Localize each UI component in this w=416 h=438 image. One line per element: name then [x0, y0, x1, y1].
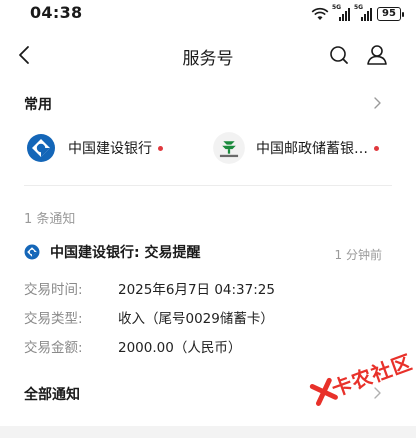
notification-title: 中国建设银行: 交易提醒 — [50, 245, 201, 261]
all-notices-title: 全部通知 — [24, 387, 80, 403]
detail-label: 交易类型: — [24, 311, 83, 327]
detail-value: 收入（尾号0029储蓄卡） — [118, 311, 274, 327]
unread-dot — [374, 145, 379, 151]
service-item-ccb[interactable]: 中国建设银行 — [26, 128, 196, 168]
detail-row-type: 交易类型: 收入（尾号0029储蓄卡） — [24, 307, 274, 329]
user-button[interactable] — [364, 42, 390, 68]
service-item-name: 中国邮政储蓄银… — [256, 141, 368, 157]
notification-header: 中国建设银行: 交易提醒 — [24, 242, 200, 262]
ccb-logo-icon — [27, 134, 55, 162]
notification-time: 1 分钟前 — [334, 248, 382, 262]
search-button[interactable] — [326, 42, 352, 68]
detail-label: 交易时间: — [24, 282, 83, 298]
status-icons: 5G 5G 95 — [311, 4, 404, 23]
cell-signal-icon-2: 5G — [354, 4, 373, 21]
divider — [24, 185, 392, 186]
status-bar: 04:38 5G 5G 95 — [0, 0, 416, 28]
chevron-right-icon — [374, 97, 381, 109]
battery-level: 95 — [377, 7, 401, 21]
common-section-title: 常用 — [24, 97, 52, 113]
service-item-name: 中国建设银行 — [68, 141, 152, 157]
signal-label-2: 5G — [354, 4, 364, 11]
notification-count: 1 条通知 — [24, 212, 76, 227]
common-section-header[interactable]: 常用 — [0, 88, 416, 118]
cell-signal-icon: 5G — [332, 4, 351, 21]
search-icon — [330, 46, 348, 64]
status-time: 04:38 — [30, 3, 83, 22]
detail-value: 2000.00（人民币） — [118, 340, 242, 356]
detail-label: 交易金额: — [24, 340, 83, 356]
battery-icon: 95 — [377, 7, 404, 21]
nav-bar: 服务号 — [0, 34, 416, 76]
signal-label: 5G — [332, 4, 342, 11]
unread-dot — [158, 145, 163, 151]
ccb-logo-icon — [24, 244, 40, 260]
wifi-icon — [311, 7, 329, 20]
detail-row-amount: 交易金额: 2000.00（人民币） — [24, 336, 241, 358]
detail-row-time: 交易时间: 2025年6月7日 04:37:25 — [24, 278, 275, 300]
service-accounts-page: 04:38 5G 5G 95 服务号 常用 中国建设银行 中国邮政储蓄银… 1 … — [0, 0, 416, 426]
page-title: 服务号 — [182, 49, 234, 69]
detail-value: 2025年6月7日 04:37:25 — [118, 282, 275, 298]
service-item-psbc[interactable]: 中国邮政储蓄银… — [212, 128, 392, 168]
notification-card[interactable]: 中国建设银行: 交易提醒 1 分钟前 交易时间: 2025年6月7日 04:37… — [0, 234, 416, 364]
psbc-logo-icon — [213, 132, 245, 164]
person-icon — [367, 45, 387, 65]
